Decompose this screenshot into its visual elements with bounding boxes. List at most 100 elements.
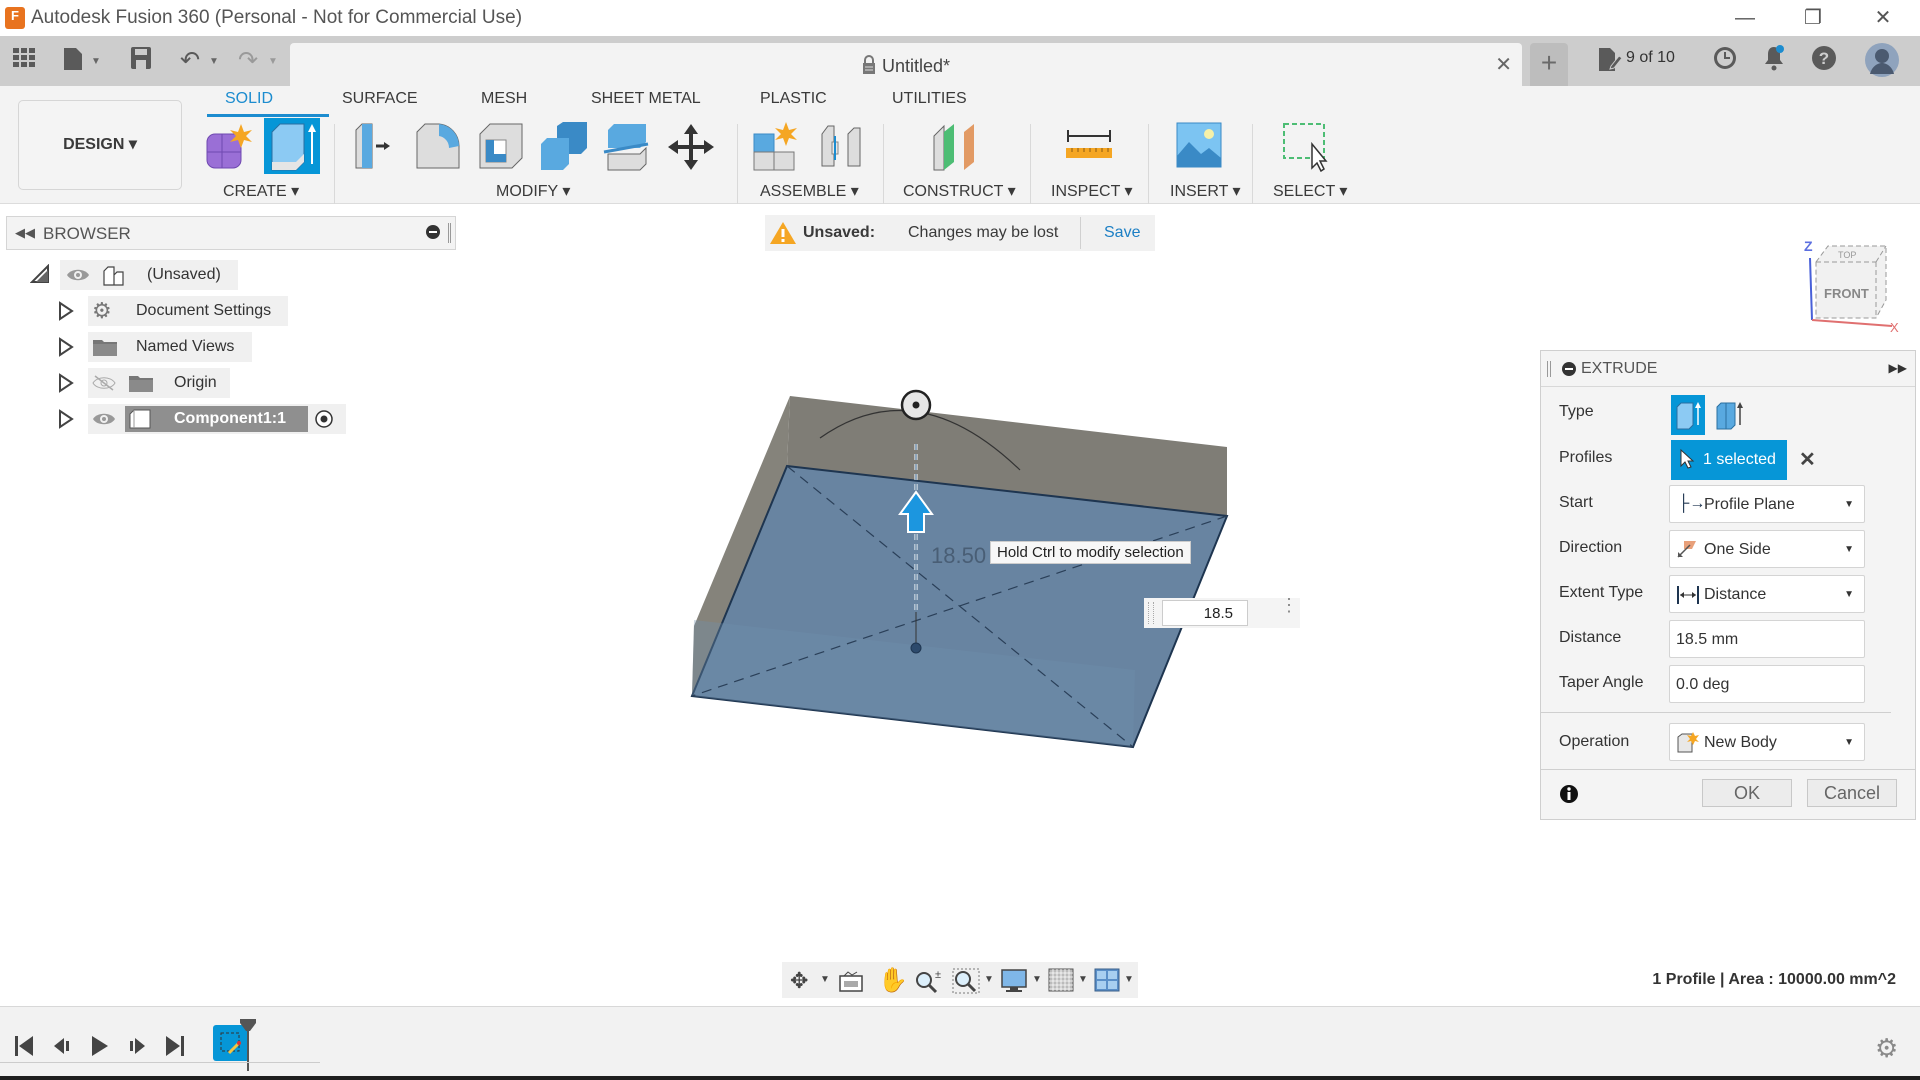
job-status-clock-icon[interactable] bbox=[1712, 45, 1738, 79]
move-copy-icon[interactable] bbox=[666, 122, 716, 172]
tab-surface[interactable]: SURFACE bbox=[342, 90, 418, 108]
viewports-icon[interactable] bbox=[1094, 968, 1120, 997]
tree-item-document-settings[interactable]: ⚙ Document Settings bbox=[88, 296, 288, 326]
tab-sheet-metal[interactable]: SHEET METAL bbox=[591, 90, 701, 108]
select-window-icon[interactable] bbox=[1282, 122, 1332, 173]
dialog-collapse-icon[interactable] bbox=[1561, 361, 1577, 382]
orbit-icon[interactable]: ✥ bbox=[790, 968, 808, 994]
undo-icon[interactable]: ↶ bbox=[180, 46, 200, 76]
timeline-play-icon[interactable] bbox=[90, 1035, 110, 1063]
grid-caret-icon[interactable]: ▼ bbox=[1078, 974, 1088, 985]
model-canvas[interactable] bbox=[680, 380, 1320, 770]
tree-collapse-icon[interactable] bbox=[29, 263, 50, 289]
minimize-button[interactable]: — bbox=[1722, 3, 1768, 33]
file-menu-icon[interactable] bbox=[62, 46, 84, 80]
select-group-menu[interactable]: SELECT ▾ bbox=[1273, 181, 1347, 201]
tree-expand-icon[interactable] bbox=[58, 373, 74, 398]
close-window-button[interactable]: ✕ bbox=[1860, 3, 1906, 33]
workspace-switcher[interactable]: DESIGN ▾ bbox=[18, 100, 182, 190]
hud-drag-handle[interactable] bbox=[1148, 602, 1154, 624]
undo-caret-icon[interactable]: ▼ bbox=[209, 56, 219, 67]
hidden-eye-icon[interactable] bbox=[92, 374, 116, 397]
tree-item-component[interactable]: Component1:1 bbox=[88, 404, 346, 434]
tab-utilities[interactable]: UTILITIES bbox=[892, 90, 967, 108]
tab-solid[interactable]: SOLID bbox=[225, 90, 273, 108]
visibility-eye-icon[interactable] bbox=[92, 410, 116, 433]
viewports-caret-icon[interactable]: ▼ bbox=[1124, 974, 1134, 985]
measure-icon[interactable] bbox=[1064, 122, 1114, 172]
tree-expand-icon[interactable] bbox=[58, 409, 74, 434]
fillet-icon[interactable] bbox=[413, 122, 463, 172]
taper-angle-input[interactable]: 0.0 deg bbox=[1669, 665, 1865, 703]
viewcube-front-face[interactable]: FRONT bbox=[1824, 286, 1869, 301]
create-component-icon[interactable] bbox=[204, 122, 254, 172]
extrude-tool-icon[interactable] bbox=[264, 118, 320, 174]
distance-hud-input[interactable]: 18.5 bbox=[1162, 600, 1248, 626]
shell-icon[interactable] bbox=[476, 122, 526, 172]
restore-button[interactable]: ❐ bbox=[1790, 3, 1836, 33]
inspect-group-menu[interactable]: INSPECT ▾ bbox=[1051, 181, 1133, 201]
help-icon[interactable]: ? bbox=[1811, 45, 1837, 79]
file-menu-caret-icon[interactable]: ▼ bbox=[91, 56, 101, 67]
viewcube-top-face[interactable]: TOP bbox=[1838, 250, 1856, 260]
timeline-settings-gear-icon[interactable]: ⚙ bbox=[1875, 1033, 1898, 1064]
zoom-icon[interactable]: ± bbox=[914, 968, 942, 999]
timeline-next-icon[interactable] bbox=[127, 1035, 147, 1063]
document-tab[interactable]: Untitled* ✕ bbox=[290, 43, 1522, 86]
tree-item-origin[interactable]: Origin bbox=[88, 368, 230, 398]
save-icon[interactable] bbox=[130, 46, 152, 78]
zoom-caret-icon[interactable]: ▼ bbox=[984, 974, 994, 985]
info-icon[interactable] bbox=[1559, 784, 1579, 809]
version-label[interactable]: 9 of 10 bbox=[1626, 49, 1675, 67]
timeline-last-icon[interactable] bbox=[165, 1035, 185, 1063]
redo-caret-icon[interactable]: ▼ bbox=[268, 56, 278, 67]
distance-input[interactable]: 18.5 mm bbox=[1669, 620, 1865, 658]
pan-hand-icon[interactable]: ✋ bbox=[878, 966, 908, 995]
browser-resize-handle[interactable] bbox=[448, 223, 451, 243]
orbit-caret-icon[interactable]: ▼ bbox=[820, 974, 830, 985]
profiles-selection-button[interactable]: 1 selected bbox=[1671, 440, 1787, 480]
redo-icon[interactable]: ↷ bbox=[238, 46, 258, 76]
tab-plastic[interactable]: PLASTIC bbox=[760, 90, 827, 108]
joint-icon[interactable] bbox=[818, 122, 868, 172]
viewcube[interactable]: Z X TOP FRONT bbox=[1800, 238, 1900, 335]
look-at-icon[interactable] bbox=[838, 970, 864, 997]
offset-plane-icon[interactable] bbox=[930, 122, 980, 172]
timeline-previous-icon[interactable] bbox=[52, 1035, 72, 1063]
collapse-browser-icon[interactable]: ◀◀ bbox=[15, 225, 35, 241]
version-document-icon[interactable] bbox=[1597, 46, 1623, 82]
type-solid-button[interactable] bbox=[1671, 395, 1705, 435]
browser-minimize-icon[interactable] bbox=[425, 224, 441, 245]
assemble-group-menu[interactable]: ASSEMBLE ▾ bbox=[760, 181, 859, 201]
combine-icon[interactable] bbox=[539, 122, 589, 172]
fit-zoom-window-icon[interactable] bbox=[952, 968, 980, 999]
tree-item-named-views[interactable]: Named Views bbox=[88, 332, 252, 362]
close-tab-button[interactable]: ✕ bbox=[1495, 52, 1512, 77]
new-component-icon[interactable] bbox=[752, 122, 802, 172]
hud-more-options-icon[interactable]: ⋮ bbox=[1280, 596, 1298, 614]
start-dropdown[interactable]: ├→ Profile Plane ▼ bbox=[1669, 485, 1865, 523]
split-body-icon[interactable] bbox=[602, 122, 652, 172]
construct-group-menu[interactable]: CONSTRUCT ▾ bbox=[903, 181, 1016, 201]
operation-dropdown[interactable]: New Body ▼ bbox=[1669, 723, 1865, 761]
tree-expand-icon[interactable] bbox=[58, 301, 74, 326]
display-settings-icon[interactable] bbox=[1000, 968, 1028, 999]
insert-group-menu[interactable]: INSERT ▾ bbox=[1170, 181, 1241, 201]
tab-mesh[interactable]: MESH bbox=[481, 90, 527, 108]
type-thin-button[interactable] bbox=[1713, 395, 1747, 435]
press-pull-icon[interactable] bbox=[350, 122, 400, 172]
apps-grid-icon[interactable] bbox=[12, 46, 36, 78]
dialog-drag-handle[interactable] bbox=[1547, 361, 1551, 377]
modify-group-menu[interactable]: MODIFY ▾ bbox=[496, 181, 570, 201]
tree-expand-icon[interactable] bbox=[58, 337, 74, 362]
display-caret-icon[interactable]: ▼ bbox=[1032, 974, 1042, 985]
visibility-eye-icon[interactable] bbox=[66, 266, 90, 289]
dialog-expand-icon[interactable]: ▶▶ bbox=[1889, 361, 1907, 375]
grid-snaps-icon[interactable] bbox=[1048, 968, 1074, 997]
create-group-menu[interactable]: CREATE ▾ bbox=[223, 181, 299, 201]
insert-image-icon[interactable] bbox=[1176, 122, 1226, 172]
timeline-first-icon[interactable] bbox=[14, 1035, 34, 1063]
activate-component-radio[interactable] bbox=[314, 409, 334, 434]
cancel-button[interactable]: Cancel bbox=[1807, 779, 1897, 807]
timeline-marker[interactable] bbox=[240, 1019, 256, 1076]
